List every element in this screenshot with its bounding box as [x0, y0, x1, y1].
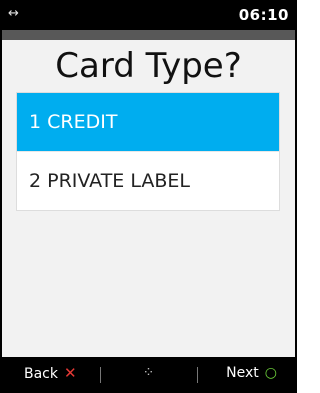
move-icon: ⁘	[142, 365, 155, 381]
status-bar: ↔ 06:10	[2, 2, 295, 30]
status-time: 06:10	[238, 6, 289, 24]
device-screen: ↔ 06:10 Card Type? 1 CREDIT 2 PRIVATE LA…	[0, 0, 297, 393]
next-button[interactable]: Next ○	[226, 357, 277, 391]
back-label: Back	[24, 366, 58, 382]
x-icon: ✕	[64, 364, 77, 382]
page-title: Card Type?	[55, 46, 242, 86]
divider	[100, 367, 101, 383]
option-private-label[interactable]: 2 PRIVATE LABEL	[17, 151, 279, 210]
header-divider	[2, 30, 295, 40]
option-credit[interactable]: 1 CREDIT	[17, 93, 279, 151]
swap-arrows-icon: ↔	[8, 6, 19, 21]
card-type-menu: 1 CREDIT 2 PRIVATE LABEL	[16, 92, 280, 211]
circle-icon: ○	[264, 365, 277, 381]
back-button[interactable]: Back ✕	[24, 357, 77, 391]
divider	[197, 367, 198, 383]
bottom-nav-bar: Back ✕ ⁘ Next ○	[2, 357, 295, 391]
next-label: Next	[226, 365, 259, 381]
